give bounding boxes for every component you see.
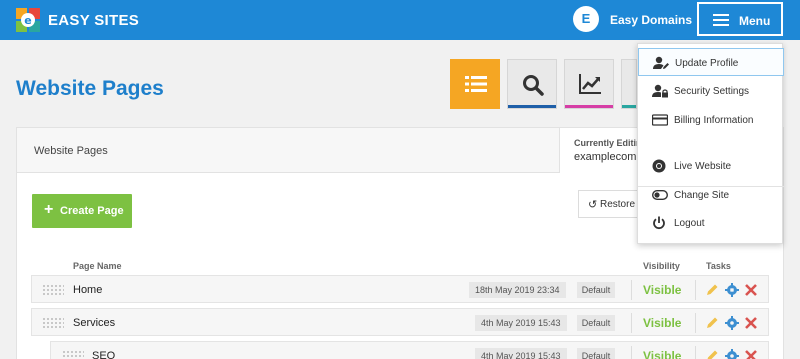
power-icon (653, 216, 665, 230)
menu-item-security-settings[interactable]: Security Settings (638, 77, 784, 105)
edit-pencil-icon[interactable] (705, 283, 719, 297)
column-header-tasks: Tasks (706, 261, 731, 271)
menu-item-billing-information[interactable]: Billing Information (638, 106, 784, 134)
easy-sites-logo-icon[interactable]: e (16, 8, 40, 32)
search-icon (523, 75, 544, 96)
menu-item-label: Billing Information (674, 115, 754, 126)
modified-date: 4th May 2019 15:43 (475, 348, 567, 359)
page-name[interactable]: SEO (92, 350, 115, 359)
delete-x-icon[interactable] (744, 316, 758, 330)
user-lock-icon (652, 84, 668, 98)
menu-item-label: Logout (674, 218, 705, 229)
menu-button[interactable]: Menu (697, 2, 783, 36)
divider (631, 346, 632, 359)
drag-handle-icon[interactable] (42, 284, 64, 296)
analytics-button[interactable] (564, 59, 614, 109)
column-header-page-name: Page Name (73, 261, 122, 271)
edit-pencil-icon[interactable] (705, 316, 719, 330)
divider (631, 280, 632, 300)
credit-card-icon (652, 114, 668, 126)
menu-item-update-profile[interactable]: Update Profile (638, 48, 784, 76)
delete-x-icon[interactable] (744, 283, 758, 297)
modified-date: 4th May 2019 15:43 (475, 315, 567, 331)
menu-item-label: Security Settings (674, 86, 750, 97)
drag-handle-icon[interactable] (62, 350, 84, 359)
restore-button[interactable]: ↺ Restore (578, 190, 642, 218)
menu-item-logout[interactable]: Logout (638, 209, 784, 237)
delete-x-icon[interactable] (744, 349, 758, 359)
brand-name[interactable]: EASY SITES (48, 12, 139, 29)
divider (695, 313, 696, 333)
create-page-label: Create Page (60, 205, 124, 217)
table-row[interactable]: Home 18th May 2019 23:34 Default Visible (31, 275, 769, 303)
gear-icon[interactable] (725, 316, 739, 330)
svg-text:e: e (24, 14, 31, 27)
role-badge: Default (577, 282, 615, 298)
edit-pencil-icon[interactable] (705, 349, 719, 359)
search-button[interactable] (507, 59, 557, 109)
account-dropdown-menu: Update Profile Security Settings Billing… (637, 43, 784, 244)
divider (695, 280, 696, 300)
page-title: Website Pages (16, 77, 164, 100)
avatar[interactable]: E (573, 6, 599, 32)
plus-icon: + (44, 201, 54, 218)
list-icon (465, 76, 487, 92)
menu-button-label: Menu (739, 14, 771, 28)
tool-underline (622, 105, 636, 108)
list-view-button[interactable] (450, 59, 500, 109)
menu-item-label: Update Profile (675, 58, 739, 69)
visibility-status[interactable]: Visible (643, 316, 681, 330)
analytics-chart-icon (579, 74, 601, 94)
top-bar: e EASY SITES E Easy Domains Menu (0, 0, 800, 40)
page-name[interactable]: Home (73, 284, 102, 296)
undo-icon: ↺ (588, 199, 598, 211)
table-row[interactable]: Services 4th May 2019 15:43 Default Visi… (31, 308, 769, 336)
gear-icon[interactable] (725, 283, 739, 297)
menu-item-label: Change Site (674, 190, 730, 201)
drag-handle-icon[interactable] (42, 317, 64, 329)
account-name[interactable]: Easy Domains (610, 13, 692, 27)
menu-item-change-site[interactable]: Change Site (638, 181, 784, 209)
role-badge: Default (577, 348, 615, 359)
toggle-icon (652, 190, 668, 200)
gear-icon[interactable] (725, 349, 739, 359)
create-page-button[interactable]: + Create Page (32, 194, 132, 228)
divider (695, 346, 696, 359)
tool-underline (565, 105, 613, 108)
restore-label: Restore (600, 199, 636, 210)
settings-button[interactable] (621, 59, 637, 109)
table-row[interactable]: SEO 4th May 2019 15:43 Default Visible (50, 341, 769, 359)
user-edit-icon (653, 56, 669, 69)
page-name[interactable]: Services (73, 317, 115, 329)
menu-item-live-website[interactable]: Live Website (638, 152, 784, 180)
role-badge: Default (577, 315, 615, 331)
menu-item-label: Live Website (674, 161, 732, 172)
tool-underline (508, 105, 556, 108)
divider (631, 313, 632, 333)
hamburger-icon (713, 14, 729, 26)
chrome-icon (652, 159, 666, 173)
visibility-status[interactable]: Visible (643, 283, 681, 297)
modified-date: 18th May 2019 23:34 (469, 282, 566, 298)
column-header-visibility: Visibility (643, 261, 680, 271)
tab-website-pages[interactable]: Website Pages (34, 145, 108, 157)
visibility-status[interactable]: Visible (643, 349, 681, 359)
